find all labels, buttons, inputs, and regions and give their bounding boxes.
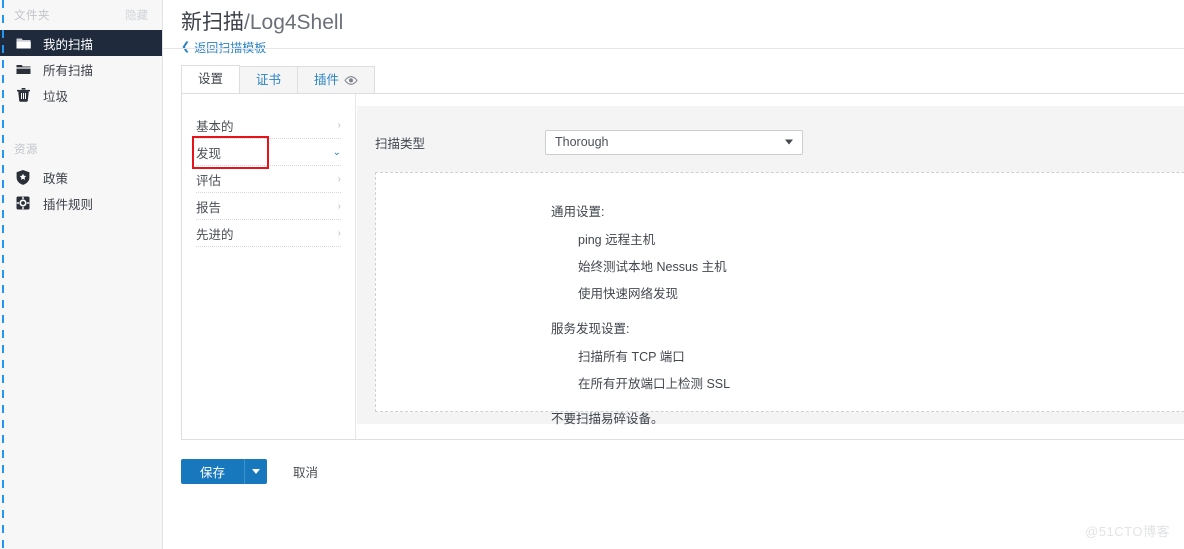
sidebar-item-plugin-rules[interactable]: 插件规则: [0, 190, 162, 216]
sidebar-item-label: 我的扫描: [43, 37, 94, 52]
sidebar-item-my-scans[interactable]: 我的扫描: [0, 30, 162, 56]
scan-type-selected-value: Thorough: [555, 135, 609, 149]
sidebar-section-resources-title: 资源: [14, 144, 38, 156]
summary-group-general: 通用设置: ping 远程主机 始终测试本地 Nessus 主机 使用快速网络发…: [376, 201, 1184, 302]
discovery-settings-panel: 扫描类型 Thorough 通用设置: ping 远程主机 始终测试本地 Nes…: [357, 106, 1184, 426]
summary-heading: 通用设置:: [551, 205, 605, 219]
summary-line: 扫描所有 TCP 端口: [578, 350, 685, 364]
settings-card: 基本的 › 发现 ⌄ 评估 › 报告 › 先进的 › 扫描类型 Thorough…: [181, 93, 1184, 440]
left-edge-dashed-marker: [2, 0, 4, 549]
sidebar-item-policies[interactable]: 政策: [0, 164, 162, 190]
settings-nav-label: 基本的: [196, 119, 234, 134]
cancel-button[interactable]: 取消: [293, 462, 318, 481]
scan-type-label: 扫描类型: [375, 136, 426, 151]
chevron-right-icon: ›: [337, 173, 341, 185]
settings-nav-assessment[interactable]: 评估 ›: [196, 166, 341, 193]
scan-type-field-row: 扫描类型 Thorough: [357, 122, 1184, 162]
main-region: 新扫描/Log4Shell ❮ 返回扫描模板 设置 证书 插件 基本的 › 发现…: [163, 0, 1184, 549]
page-title: 新扫描/Log4Shell: [181, 10, 1184, 36]
summary-line: ping 远程主机: [578, 233, 656, 247]
summary-line: 在所有开放端口上检测 SSL: [578, 377, 731, 391]
save-button[interactable]: 保存: [181, 459, 244, 484]
chevron-right-icon: ›: [337, 119, 341, 131]
summary-group-service-discovery: 服务发现设置: 扫描所有 TCP 端口 在所有开放端口上检测 SSL: [376, 318, 1184, 392]
settings-nav-discovery-row[interactable]: 发现 ⌄: [192, 136, 341, 169]
chevron-right-icon: ›: [337, 227, 341, 239]
settings-nav-basic[interactable]: 基本的 ›: [196, 112, 341, 139]
sidebar-item-trash[interactable]: 垃圾: [0, 82, 162, 108]
folder-icon: [14, 61, 32, 77]
form-footer: 保存 取消: [181, 459, 318, 484]
summary-line: 始终测试本地 Nessus 主机: [578, 260, 727, 274]
summary-line: 使用快速网络发现: [578, 287, 679, 301]
page-title-main: 新扫描: [181, 11, 244, 34]
settings-nav-label: 发现: [196, 146, 222, 161]
sidebar-section-folders-title: 文件夹: [14, 10, 50, 22]
header-divider: [163, 48, 1184, 49]
tab-label: 设置: [198, 72, 224, 86]
save-button-group: 保存: [181, 459, 267, 484]
settings-nav-advanced[interactable]: 先进的 ›: [196, 220, 341, 247]
chevron-down-icon: [785, 139, 793, 145]
chevron-down-icon: [252, 469, 260, 474]
chevron-down-icon: ⌄: [332, 146, 341, 158]
settings-nav-label: 报告: [196, 200, 222, 215]
tab-plugins[interactable]: 插件: [297, 66, 376, 93]
app-root: 文件夹 隐藏 我的扫描 所有扫描 垃圾 资源 政策 插件规则 新扫描/Log4S…: [0, 0, 1184, 549]
summary-note: 不要扫描易碎设备。: [551, 412, 664, 426]
folder-open-icon: [14, 35, 32, 51]
plugin-rules-icon: [14, 195, 32, 211]
sidebar-item-label: 插件规则: [43, 197, 94, 212]
trash-icon: [14, 87, 32, 103]
tab-bar: 设置 证书 插件: [181, 65, 376, 93]
settings-nav-label: 评估: [196, 173, 222, 188]
sidebar-section-resources: 资源: [0, 134, 162, 164]
settings-sub-nav: 基本的 › 发现 ⌄ 评估 › 报告 › 先进的 ›: [182, 94, 356, 439]
sidebar-item-label: 垃圾: [43, 89, 69, 104]
chevron-right-icon: ›: [337, 200, 341, 212]
watermark: @51CTO博客: [1085, 524, 1170, 539]
sidebar: 文件夹 隐藏 我的扫描 所有扫描 垃圾 资源 政策 插件规则: [0, 0, 163, 549]
save-dropdown-button[interactable]: [244, 459, 267, 484]
discovery-summary-box: 通用设置: ping 远程主机 始终测试本地 Nessus 主机 使用快速网络发…: [375, 172, 1184, 426]
sidebar-item-all-scans[interactable]: 所有扫描: [0, 56, 162, 82]
eye-icon: [344, 75, 358, 85]
sidebar-hide-folders-link[interactable]: 隐藏: [125, 7, 148, 23]
sidebar-section-folders: 文件夹 隐藏: [0, 0, 162, 30]
settings-nav-report[interactable]: 报告 ›: [196, 193, 341, 220]
page-title-slug: /Log4Shell: [244, 11, 344, 34]
settings-nav-label: 先进的: [196, 227, 234, 242]
summary-heading: 服务发现设置:: [551, 322, 630, 336]
sidebar-item-label: 政策: [43, 171, 69, 186]
shield-icon: [14, 169, 32, 185]
tab-label: 插件: [314, 73, 340, 87]
tab-label: 证书: [256, 73, 282, 87]
scan-type-select[interactable]: Thorough: [545, 129, 803, 155]
tab-settings[interactable]: 设置: [181, 65, 241, 93]
tab-credentials[interactable]: 证书: [239, 66, 299, 93]
sidebar-item-label: 所有扫描: [43, 63, 94, 78]
